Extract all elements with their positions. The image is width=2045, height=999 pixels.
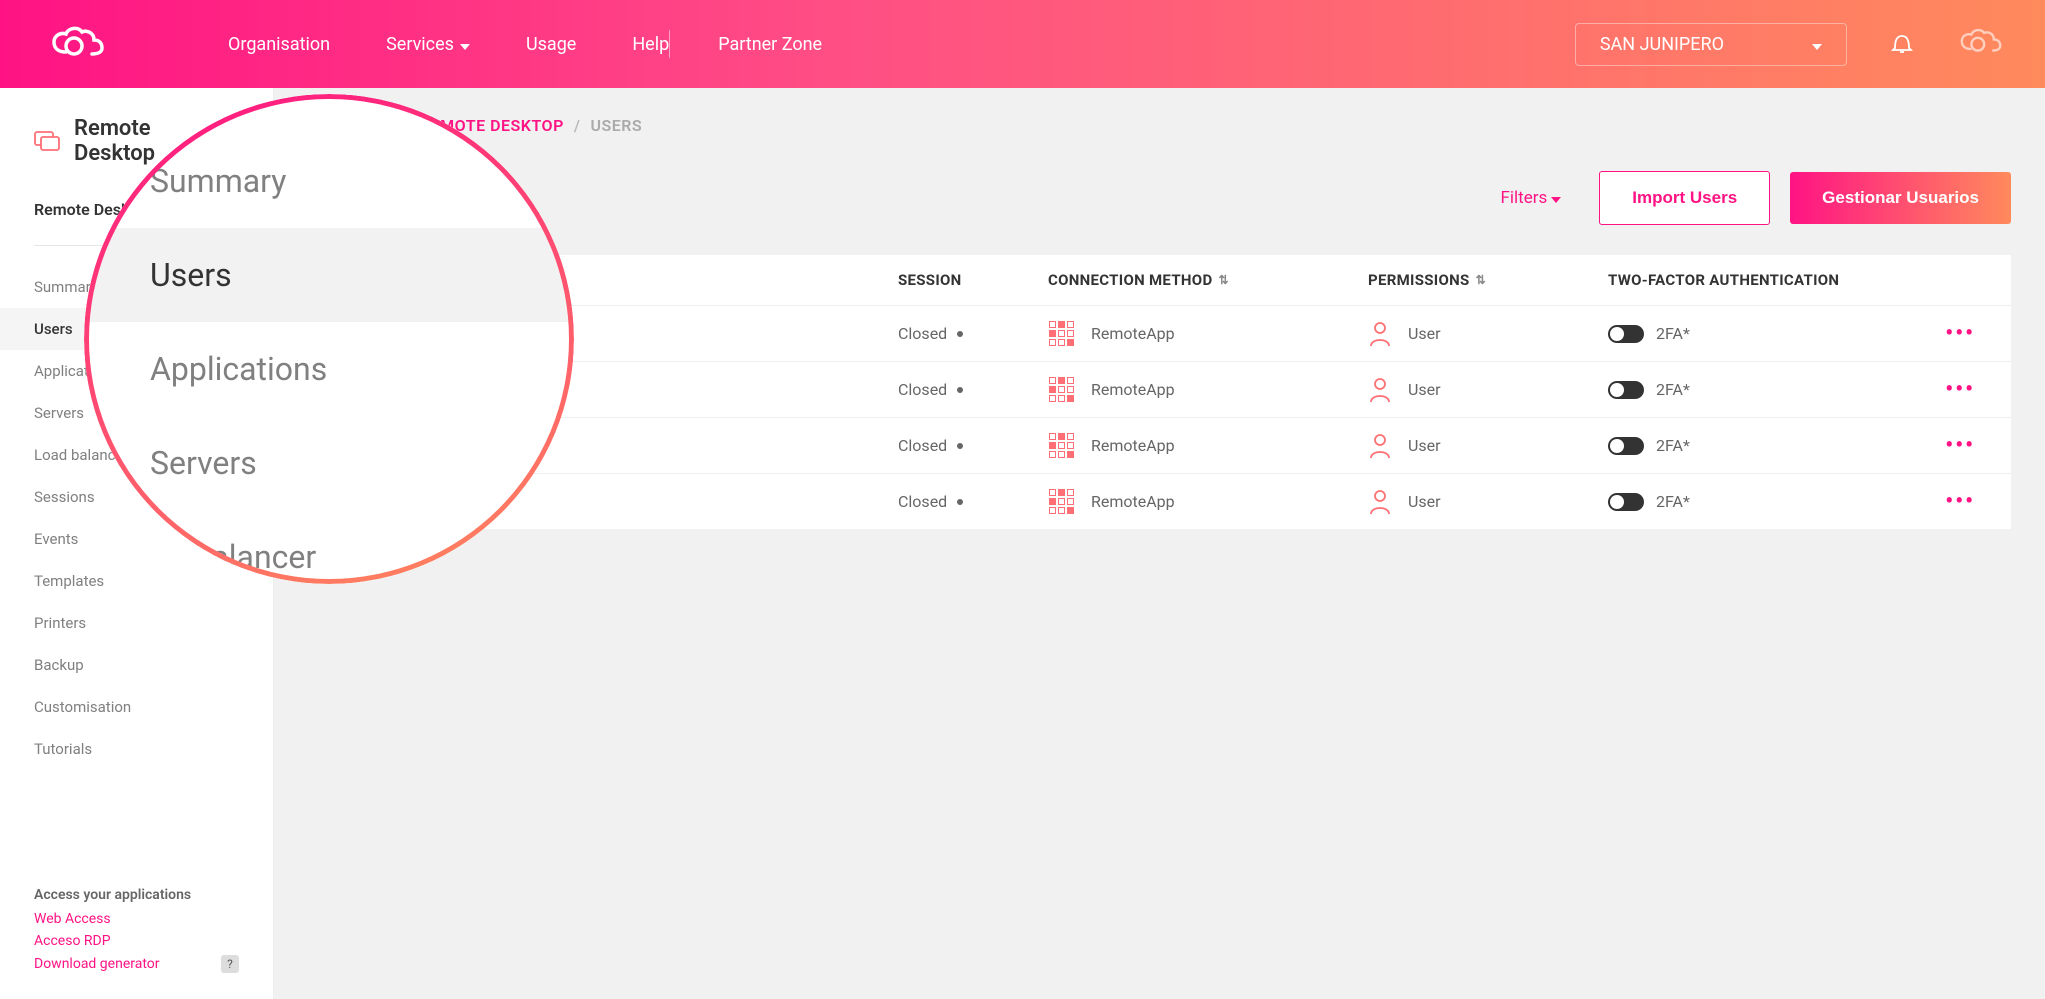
connection-cell: RemoteApp bbox=[1048, 488, 1368, 515]
status-dot-icon bbox=[957, 499, 963, 505]
bell-icon[interactable] bbox=[1891, 30, 1913, 58]
th-tfa: TWO-FACTOR AUTHENTICATION bbox=[1608, 271, 1908, 289]
sidebar-footer: Access your applications Web Access Acce… bbox=[0, 887, 273, 979]
session-cell: Closed bbox=[898, 380, 1048, 399]
lens-item-users[interactable]: Users bbox=[84, 228, 574, 322]
tfa-toggle[interactable] bbox=[1608, 437, 1644, 455]
access-heading: Access your applications bbox=[34, 887, 239, 903]
tfa-cell: 2FA* bbox=[1608, 492, 1908, 511]
user-icon bbox=[1368, 377, 1392, 403]
remoteapp-icon bbox=[1048, 376, 1075, 403]
row-actions[interactable]: ••• bbox=[1908, 377, 1987, 402]
th-connection[interactable]: CONNECTION METHOD⇅ bbox=[1048, 271, 1368, 289]
row-actions[interactable]: ••• bbox=[1908, 321, 1987, 346]
breadcrumb-current: USERS bbox=[590, 116, 642, 135]
user-icon bbox=[1368, 433, 1392, 459]
import-users-button[interactable]: Import Users bbox=[1599, 171, 1770, 225]
filters-dropdown[interactable]: Filters bbox=[1501, 188, 1562, 208]
session-cell: Closed bbox=[898, 324, 1048, 343]
th-permissions[interactable]: PERMISSIONS⇅ bbox=[1368, 271, 1608, 289]
brand-mark bbox=[1957, 23, 2005, 65]
nav-services-label: Services bbox=[386, 34, 454, 55]
link-download-generator[interactable]: Download generator? bbox=[34, 955, 239, 973]
chevron-down-icon bbox=[460, 34, 470, 55]
permission-cell: User bbox=[1368, 489, 1608, 515]
status-dot-icon bbox=[957, 331, 963, 337]
permission-cell: User bbox=[1368, 321, 1608, 347]
table-row: om Closed RemoteApp User 2FA* ••• bbox=[314, 417, 2011, 473]
nav-partner-zone[interactable]: Partner Zone bbox=[718, 34, 822, 55]
filters-label: Filters bbox=[1501, 188, 1548, 208]
permission-cell: User bbox=[1368, 377, 1608, 403]
table-row: Closed RemoteApp User 2FA* ••• bbox=[314, 473, 2011, 529]
link-web-access[interactable]: Web Access bbox=[34, 911, 239, 927]
org-select-label: SAN JUNIPERO bbox=[1600, 34, 1724, 55]
connection-cell: RemoteApp bbox=[1048, 432, 1368, 459]
breadcrumb: HOME / REMOTE DESKTOP / USERS bbox=[314, 116, 2011, 135]
session-cell: Closed bbox=[898, 492, 1048, 511]
tfa-cell: 2FA* bbox=[1608, 324, 1908, 343]
tfa-toggle[interactable] bbox=[1608, 381, 1644, 399]
nav-organisation[interactable]: Organisation bbox=[228, 34, 330, 55]
lens-item-applications[interactable]: Applications bbox=[140, 322, 518, 416]
topbar: Organisation Services Usage Help Partner… bbox=[0, 0, 2045, 88]
sidebar-item-templates[interactable]: Templates bbox=[0, 560, 273, 602]
user-icon bbox=[1368, 321, 1392, 347]
connection-cell: RemoteApp bbox=[1048, 320, 1368, 347]
link-acceso-rdp[interactable]: Acceso RDP bbox=[34, 933, 239, 949]
tfa-toggle[interactable] bbox=[1608, 325, 1644, 343]
remoteapp-icon bbox=[1048, 320, 1075, 347]
primary-nav: Organisation Services Usage Help bbox=[228, 34, 669, 55]
remoteapp-icon bbox=[1048, 432, 1075, 459]
nav-divider bbox=[669, 30, 670, 58]
sidebar-item-backup[interactable]: Backup bbox=[0, 644, 273, 686]
brand-logo bbox=[48, 24, 108, 64]
chevron-down-icon bbox=[1812, 34, 1822, 55]
manage-users-button[interactable]: Gestionar Usuarios bbox=[1790, 172, 2011, 224]
remoteapp-icon bbox=[1048, 488, 1075, 515]
sidebar-item-tutorials[interactable]: Tutorials bbox=[0, 728, 273, 770]
chevron-down-icon bbox=[1551, 188, 1561, 208]
connection-cell: RemoteApp bbox=[1048, 376, 1368, 403]
row-actions[interactable]: ••• bbox=[1908, 433, 1987, 458]
user-icon bbox=[1368, 489, 1392, 515]
th-session: SESSION bbox=[898, 271, 1048, 289]
nav-services[interactable]: Services bbox=[386, 34, 470, 55]
toolbar: Filters Import Users Gestionar Usuarios bbox=[314, 171, 2011, 225]
lens-item-summary[interactable]: Summary bbox=[140, 134, 518, 228]
lens-item-servers[interactable]: Servers bbox=[140, 416, 518, 510]
sort-icon: ⇅ bbox=[1476, 273, 1486, 287]
nav-help[interactable]: Help bbox=[632, 34, 669, 55]
org-select[interactable]: SAN JUNIPERO bbox=[1575, 23, 1847, 66]
permission-cell: User bbox=[1368, 433, 1608, 459]
separator: / bbox=[574, 116, 581, 135]
status-dot-icon bbox=[957, 387, 963, 393]
status-dot-icon bbox=[957, 443, 963, 449]
magnifier-overlay: Summary Users Applications Servers ad ba… bbox=[84, 94, 574, 584]
nav-usage[interactable]: Usage bbox=[526, 34, 576, 55]
tfa-cell: 2FA* bbox=[1608, 436, 1908, 455]
remote-desktop-icon bbox=[34, 131, 60, 151]
session-cell: Closed bbox=[898, 436, 1048, 455]
sidebar-item-customisation[interactable]: Customisation bbox=[0, 686, 273, 728]
tfa-toggle[interactable] bbox=[1608, 493, 1644, 511]
sidebar-item-printers[interactable]: Printers bbox=[0, 602, 273, 644]
sort-icon: ⇅ bbox=[1219, 273, 1229, 287]
row-actions[interactable]: ••• bbox=[1908, 489, 1987, 514]
help-icon[interactable]: ? bbox=[221, 955, 239, 973]
tfa-cell: 2FA* bbox=[1608, 380, 1908, 399]
